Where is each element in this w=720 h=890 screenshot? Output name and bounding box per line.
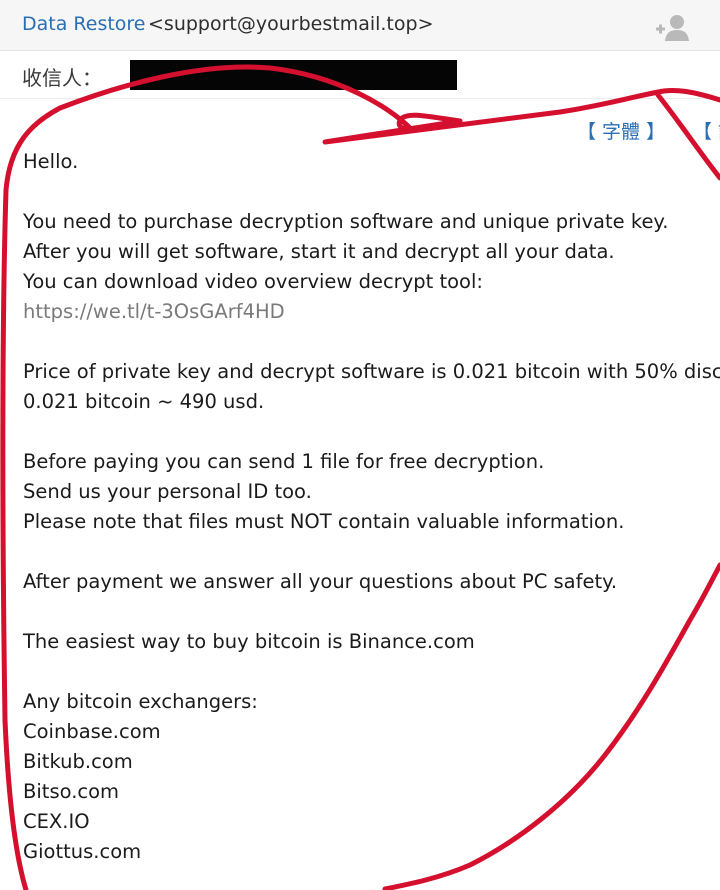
message-line: Hello. — [23, 150, 79, 173]
add-contact-icon[interactable] — [654, 12, 694, 42]
message-line: Before paying you can send 1 file for fr… — [23, 450, 545, 473]
sender-name-link[interactable]: Data Restore — [22, 13, 146, 35]
message-line: Please note that files must NOT contain … — [23, 510, 625, 533]
exchange-item: Bitso.com — [23, 780, 120, 803]
recipient-label: 收信人： — [22, 66, 102, 90]
exchange-item: Bitkub.com — [23, 750, 133, 773]
download-link[interactable]: https://we.tl/t-3OsGArf4HD — [23, 300, 285, 324]
sender-email: <support@yourbestmail.top> — [148, 13, 434, 35]
sender-header: Data Restore <support@yourbestmail.top> — [0, 0, 720, 51]
message-line: After you will get software, start it an… — [23, 240, 615, 263]
recipient-redaction — [130, 60, 457, 90]
next-toolbar-button[interactable]: 【 訁 — [693, 117, 720, 144]
message-line: Any bitcoin exchangers: — [23, 690, 258, 713]
message-line: After payment we answer all your questio… — [23, 570, 618, 593]
recipient-row: 收信人： — [0, 51, 720, 99]
font-size-button[interactable]: 【 字體 】 — [577, 117, 665, 144]
email-view: Data Restore <support@yourbestmail.top> … — [0, 0, 720, 890]
exchange-item: Coinbase.com — [23, 720, 161, 743]
message-line: You can download video overview decrypt … — [23, 270, 483, 293]
exchange-item: Giottus.com — [23, 840, 142, 863]
message-line: Price of private key and decrypt softwar… — [23, 360, 720, 383]
message-line: Send us your personal ID too. — [23, 480, 312, 503]
message-line: 0.021 bitcoin ~ 490 usd. — [23, 390, 265, 413]
exchange-item: CEX.IO — [23, 810, 90, 833]
message-line: You need to purchase decryption software… — [23, 210, 669, 233]
message-line: The easiest way to buy bitcoin is Binanc… — [23, 630, 475, 653]
